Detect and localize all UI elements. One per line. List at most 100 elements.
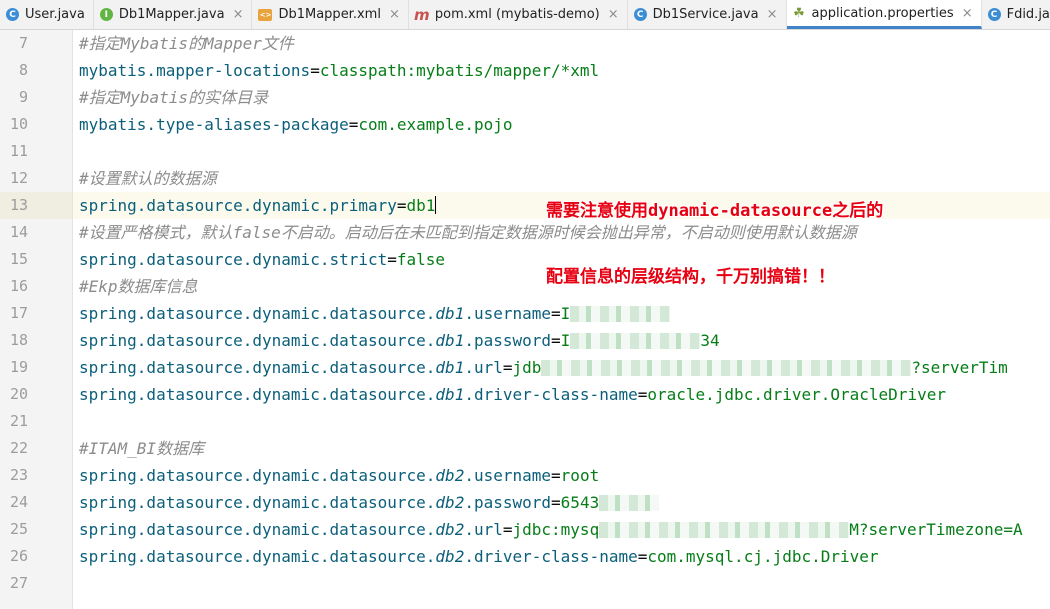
code-line[interactable]: spring.datasource.dynamic.datasource.db1… bbox=[79, 381, 946, 408]
property-key: .driver-class-name bbox=[464, 547, 638, 566]
property-value: root bbox=[560, 466, 600, 485]
tab-db1mapper-java[interactable]: I Db1Mapper.java × bbox=[94, 0, 253, 29]
property-key: db2 bbox=[435, 493, 465, 512]
property-value: 6543 bbox=[560, 493, 600, 512]
annotation-line-2: 配置信息的层级结构，千万别搞错！！ bbox=[546, 267, 835, 287]
property-key: spring.datasource.dynamic.datasource. bbox=[79, 466, 436, 485]
property-key: spring.datasource.dynamic.datasource. bbox=[79, 331, 436, 350]
code-line[interactable]: spring.datasource.dynamic.primary=db1 bbox=[79, 192, 437, 219]
equals-sign: = bbox=[637, 385, 648, 404]
code-line[interactable]: spring.datasource.dynamic.datasource.db1… bbox=[79, 354, 1008, 381]
code-line[interactable]: spring.datasource.dynamic.datasource.db2… bbox=[79, 543, 879, 570]
property-key: .url bbox=[464, 358, 503, 377]
tab-pom-xml-mybatis-demo[interactable]: m pom.xml (mybatis-demo) × bbox=[409, 0, 628, 29]
line-number: 26 bbox=[9, 547, 28, 565]
property-key: db1 bbox=[435, 385, 465, 404]
line-number: 7 bbox=[18, 34, 28, 52]
property-value: M?serverTimezone=A bbox=[849, 520, 1023, 539]
equals-sign: = bbox=[502, 520, 513, 539]
property-key: mybatis.mapper-locations bbox=[79, 61, 311, 80]
property-value: com.mysql.cj.jdbc.Driver bbox=[647, 547, 879, 566]
redacted-value bbox=[599, 495, 660, 511]
code-line[interactable]: spring.datasource.dynamic.datasource.db2… bbox=[79, 489, 660, 516]
property-key: db1 bbox=[435, 358, 465, 377]
property-key: spring.datasource.dynamic.datasource. bbox=[79, 547, 436, 566]
line-number: 27 bbox=[9, 574, 28, 592]
line-number: 11 bbox=[9, 142, 28, 160]
line-number: 15 bbox=[9, 250, 28, 268]
maven-icon: m bbox=[414, 5, 430, 24]
code-line[interactable]: spring.datasource.dynamic.datasource.db2… bbox=[79, 462, 599, 489]
line-number: 10 bbox=[9, 115, 28, 133]
code-line[interactable]: mybatis.mapper-locations=classpath:mybat… bbox=[79, 57, 599, 84]
comment-text: #设置默认的数据源 bbox=[79, 169, 217, 188]
tab-label: Db1Mapper.java bbox=[118, 7, 225, 22]
tab-label: pom.xml (mybatis-demo) bbox=[434, 7, 600, 22]
property-key: .password bbox=[464, 493, 552, 512]
code-editor[interactable]: #指定Mybatis的Mapper文件 mybatis.mapper-locati… bbox=[73, 30, 1050, 609]
close-icon[interactable]: × bbox=[389, 7, 400, 22]
property-key: .driver-class-name bbox=[464, 385, 638, 404]
xml-icon: <> bbox=[258, 8, 273, 21]
code-line[interactable]: spring.datasource.dynamic.datasource.db2… bbox=[79, 516, 1023, 543]
property-value: ?serverTim bbox=[911, 358, 1008, 377]
tab-application-properties[interactable]: ☘ application.properties × bbox=[786, 0, 982, 29]
tab-user-java[interactable]: C User.java bbox=[0, 0, 94, 29]
equals-sign: = bbox=[502, 358, 513, 377]
tab-fdid-java[interactable]: CFdid.java× bbox=[982, 0, 1050, 29]
annotation-line-1: 需要注意使用dynamic-datasource之后的 bbox=[546, 201, 884, 221]
properties-icon: ☘ bbox=[793, 5, 805, 21]
code-line[interactable]: spring.datasource.dynamic.datasource.db1… bbox=[79, 327, 720, 354]
tab-db1mapper-xml[interactable]: <> Db1Mapper.xml × bbox=[252, 0, 409, 29]
close-icon[interactable]: × bbox=[608, 7, 619, 22]
close-icon[interactable]: × bbox=[233, 7, 244, 22]
red-annotation-note: 需要注意使用dynamic-datasource之后的 配置信息的层级结构，千万… bbox=[546, 156, 883, 310]
property-value: 34 bbox=[700, 331, 720, 350]
property-key: db2 bbox=[435, 520, 465, 539]
equals-sign: = bbox=[551, 466, 561, 485]
line-number: 25 bbox=[9, 520, 28, 538]
code-line[interactable]: #指定Mybatis的Mapper文件 bbox=[79, 30, 294, 57]
code-line[interactable]: #Ekp数据库信息 bbox=[79, 273, 198, 300]
property-key: spring.datasource.dynamic.datasource. bbox=[79, 385, 436, 404]
tab-label: Fdid.java bbox=[1006, 7, 1050, 22]
property-key: mybatis.type-aliases-package bbox=[79, 115, 349, 134]
property-value: oracle.jdbc.driver.OracleDriver bbox=[647, 385, 946, 404]
comment-text: #指定Mybatis的Mapper文件 bbox=[79, 34, 294, 53]
code-line[interactable]: #ITAM_BI数据库 bbox=[79, 435, 204, 462]
class-icon: C bbox=[6, 8, 19, 21]
tab-label: User.java bbox=[25, 7, 85, 22]
code-line[interactable]: #设置默认的数据源 bbox=[79, 165, 217, 192]
property-key: db2 bbox=[435, 466, 465, 485]
line-number: 19 bbox=[9, 358, 28, 376]
line-number: 18 bbox=[9, 331, 28, 349]
equals-sign: = bbox=[310, 61, 320, 80]
editor-tab-bar: C User.java I Db1Mapper.java × <> Db1Mapper.xm… bbox=[0, 0, 1050, 30]
equals-sign: = bbox=[396, 196, 407, 215]
comment-text: #ITAM_BI数据库 bbox=[79, 439, 205, 458]
line-number: 14 bbox=[9, 223, 28, 241]
close-icon[interactable]: × bbox=[962, 6, 973, 21]
line-number-gutter: 7 8 9 10 11 12 13 14 15 16 17 18 19 20 21 22 23 24 25 26 27 bbox=[0, 30, 73, 609]
line-number: 21 bbox=[9, 412, 28, 430]
property-key: .password bbox=[464, 331, 552, 350]
property-key: .url bbox=[464, 520, 503, 539]
property-value: false bbox=[396, 250, 446, 269]
close-icon[interactable]: × bbox=[767, 7, 778, 22]
interface-icon: I bbox=[99, 8, 113, 21]
class-icon: C bbox=[987, 8, 1001, 21]
tab-label: application.properties bbox=[811, 5, 954, 21]
code-line[interactable]: spring.datasource.dynamic.strict=false bbox=[79, 246, 445, 273]
property-value: jdb bbox=[512, 358, 542, 377]
line-number: 17 bbox=[9, 304, 28, 322]
tab-label: Db1Service.java bbox=[652, 7, 759, 22]
code-line[interactable]: #指定Mybatis的实体目录 bbox=[79, 84, 268, 111]
property-key: spring.datasource.dynamic.datasource. bbox=[79, 493, 436, 512]
comment-text: #Ekp数据库信息 bbox=[79, 277, 198, 296]
property-value: jdbc:mysq bbox=[512, 520, 600, 539]
line-number: 20 bbox=[9, 385, 28, 403]
tab-db1service-java[interactable]: C Db1Service.java × bbox=[628, 0, 787, 29]
property-value: com.example.pojo bbox=[358, 115, 513, 134]
code-line[interactable]: mybatis.type-aliases-package=com.example… bbox=[79, 111, 512, 138]
line-number: 13 bbox=[9, 196, 28, 214]
